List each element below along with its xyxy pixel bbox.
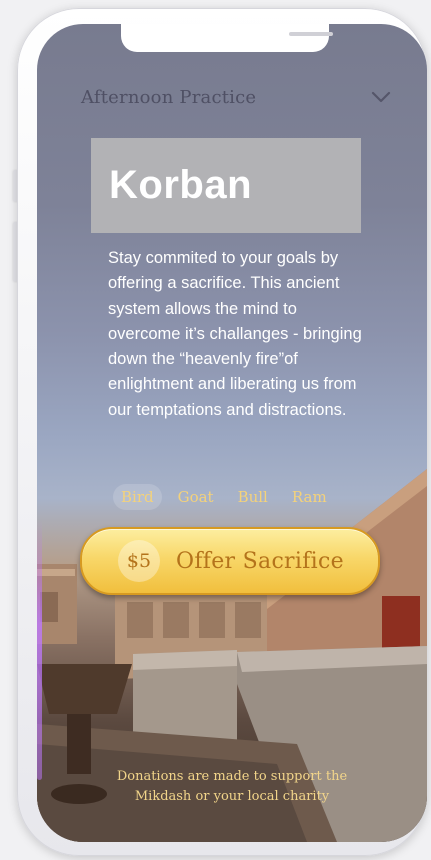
offering-chip-bird[interactable]: Bird	[113, 484, 162, 510]
screen-edge-glow	[37, 520, 42, 780]
offering-chip-ram[interactable]: Ram	[284, 484, 335, 510]
chevron-down-icon[interactable]	[371, 90, 391, 104]
wall-panel	[235, 602, 261, 638]
practice-dropdown-label: Afternoon Practice	[81, 86, 257, 108]
offering-chip-bull[interactable]: Bull	[230, 484, 276, 510]
left-wall-top	[37, 569, 75, 576]
wall-panel	[199, 602, 225, 638]
donation-note-line: Donations are made to support the	[116, 769, 348, 784]
offering-type-selector: Bird Goat Bull Ram	[113, 484, 335, 510]
description-text: Stay commited to your goals by offering …	[108, 249, 362, 419]
page-title: Korban	[109, 163, 252, 207]
app-screen: Afternoon Practice Korban Stay commited …	[37, 24, 427, 842]
offer-sacrifice-button[interactable]: $5 Offer Sacrifice	[80, 527, 380, 595]
offering-chip-goat[interactable]: Goat	[170, 484, 222, 510]
price-badge: $5	[118, 540, 160, 582]
donation-note-line: Mikdash or your local charity	[134, 789, 330, 804]
phone-notch	[121, 24, 333, 52]
title-box: Korban	[91, 138, 361, 233]
left-window	[40, 592, 58, 622]
wall-panel	[127, 602, 153, 638]
laver-stand	[67, 714, 91, 774]
offer-sacrifice-label: Offer Sacrifice	[176, 548, 344, 574]
page: Afternoon Practice Korban Stay commited …	[0, 0, 431, 860]
laver-basin	[37, 664, 132, 714]
donation-note: Donations are made to support the Mikdas…	[77, 767, 387, 807]
wall-panel	[163, 602, 189, 638]
phone-speaker	[289, 32, 333, 36]
practice-dropdown[interactable]: Afternoon Practice	[81, 84, 391, 110]
